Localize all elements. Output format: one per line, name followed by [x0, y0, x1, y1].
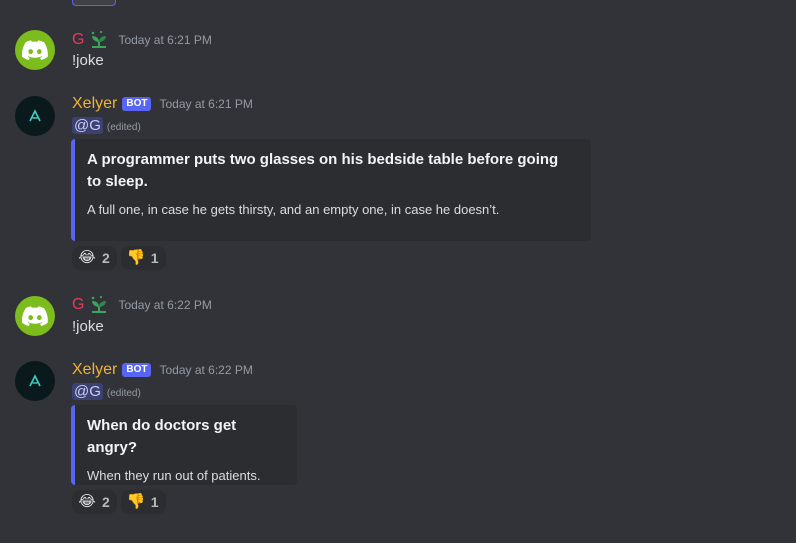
username[interactable]: G	[72, 295, 84, 315]
user-mention[interactable]: @G	[72, 383, 103, 400]
reaction-thumbs-down[interactable]: 👎 1	[120, 490, 166, 514]
reaction-laugh[interactable]: 😂 2	[72, 490, 117, 514]
xelyer-logo-icon	[29, 374, 41, 387]
timestamp: Today at 6:21 PM	[118, 33, 212, 47]
message-header: Xelyer BOT Today at 6:21 PM	[72, 94, 253, 114]
embed-title: A programmer puts two glasses on his bed…	[87, 151, 559, 190]
reactions: 😂 2 👎 1	[72, 246, 166, 270]
user-mention[interactable]: @G	[72, 117, 103, 134]
message-content: @G (edited)	[72, 115, 141, 139]
username[interactable]: Xelyer	[72, 94, 117, 114]
tears-of-joy-icon: 😂	[78, 493, 96, 510]
discord-logo-icon	[22, 40, 48, 60]
discord-logo-icon	[22, 306, 48, 326]
reaction-count: 1	[150, 250, 159, 266]
embed-description: A full one, in case he gets thirsty, and…	[87, 202, 500, 217]
joke-embed: A programmer puts two glasses on his bed…	[71, 139, 591, 241]
embed-title: When do doctors get angry?	[87, 417, 237, 456]
message-header: Xelyer BOT Today at 6:22 PM	[72, 360, 253, 380]
joke-embed: When do doctors get angry? When they run…	[71, 405, 297, 485]
timestamp: Today at 6:22 PM	[118, 298, 212, 312]
avatar-xelyer[interactable]	[15, 96, 55, 136]
reaction-count: 2	[102, 250, 110, 266]
timestamp: Today at 6:21 PM	[159, 97, 253, 111]
bot-badge: BOT	[122, 97, 152, 111]
reaction-count: 2	[102, 494, 110, 510]
thumbs-down-icon: 👎	[126, 249, 146, 266]
timestamp: Today at 6:22 PM	[159, 363, 253, 377]
avatar-g[interactable]	[15, 296, 55, 336]
reaction-count: 1	[150, 494, 159, 510]
reactions: 😂 2 👎 1	[72, 490, 166, 514]
username[interactable]: G	[72, 30, 84, 50]
message-content: !joke	[72, 318, 104, 335]
avatar-xelyer[interactable]	[15, 361, 55, 401]
reaction-laugh[interactable]: 😂 2	[72, 246, 117, 270]
message-content: @G (edited)	[72, 381, 141, 405]
username[interactable]: Xelyer	[72, 360, 117, 380]
avatar-g[interactable]	[15, 30, 55, 70]
sprout-icon	[92, 295, 107, 313]
message-content: !joke	[72, 52, 104, 69]
thumbs-down-icon: 👎	[126, 493, 146, 510]
edited-label: (edited)	[106, 388, 141, 399]
tears-of-joy-icon: 😂	[78, 249, 96, 266]
sprout-icon	[92, 30, 107, 48]
embed-description: When they run out of patients.	[87, 468, 261, 483]
previous-message-stub	[72, 0, 116, 6]
message-header: G Today at 6:21 PM	[72, 30, 212, 50]
xelyer-logo-icon	[29, 109, 41, 122]
reaction-thumbs-down[interactable]: 👎 1	[120, 246, 166, 270]
bot-badge: BOT	[122, 363, 152, 377]
edited-label: (edited)	[106, 122, 141, 133]
message-header: G Today at 6:22 PM	[72, 295, 212, 315]
